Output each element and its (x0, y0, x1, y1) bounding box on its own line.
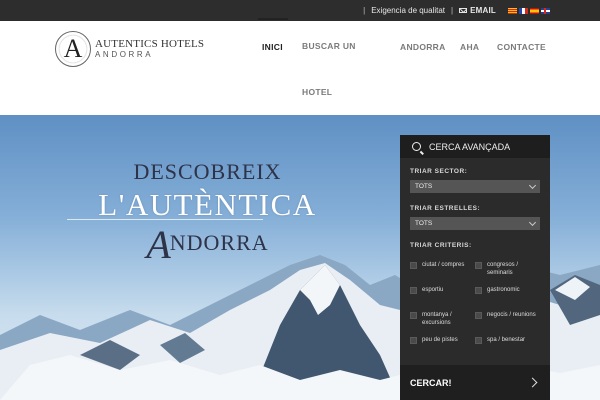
nav-item-andorra[interactable]: ANDORRA (400, 42, 446, 52)
nav-item-buscar-hotel[interactable]: BUSCAR UN HOTEL (302, 23, 362, 115)
stars-value: TOTS (415, 220, 433, 227)
criteria-text: spa / benestar (487, 337, 526, 343)
criteria-text: ciutat / compres (422, 262, 465, 268)
sector-select[interactable]: TOTS (410, 180, 540, 193)
criteria-text: negocis / reunions (487, 312, 536, 318)
criteria-text: esportiu (422, 287, 444, 293)
advanced-search-panel: CERCA AVANÇADA TRIAR SECTOR: TOTS TRIAR … (400, 135, 550, 400)
flag-french-icon[interactable] (519, 7, 528, 14)
nav-item-contacte[interactable]: CONTACTE (497, 42, 546, 52)
criteria-checkbox[interactable]: gastronomic (475, 286, 545, 294)
criteria-checkbox[interactable]: ciutat / compres (410, 261, 476, 269)
criteria-text: peu de pistes (422, 337, 458, 343)
checkbox[interactable] (475, 287, 482, 294)
flag-english-icon[interactable] (541, 7, 550, 14)
stars-select[interactable]: TOTS (410, 217, 540, 230)
criteria-checkbox[interactable]: peu de pistes (410, 336, 476, 344)
hero-title: DESCOBREIX L'AUTÈNTICA ANDORRA (45, 159, 370, 268)
criteria-checkbox[interactable]: negocis / reunions (475, 311, 545, 319)
sector-label: TRIAR SECTOR: (410, 168, 468, 175)
hero-divider (67, 219, 263, 220)
search-submit-button[interactable]: CERCAR! (400, 365, 550, 400)
separator: | (363, 6, 366, 15)
criteria-text: congresos / seminaris (487, 262, 519, 277)
hero-line-1: DESCOBREIX (133, 159, 282, 184)
quality-link[interactable]: Exigencia de qualitat (371, 6, 445, 15)
checkbox[interactable] (410, 262, 417, 269)
hero-line-3-initial: A (146, 222, 172, 267)
hero-line-2: L'AUTÈNTICA (98, 187, 317, 222)
chevron-right-icon (527, 377, 538, 388)
hero-line-3-rest: NDORRA (169, 230, 269, 255)
search-submit-label: CERCAR! (410, 377, 452, 388)
chevron-down-icon (528, 218, 537, 226)
main-nav: INICI BUSCAR UN HOTEL ANDORRA AHA CONTAC… (0, 18, 600, 115)
checkbox[interactable] (410, 312, 417, 319)
email-link[interactable]: EMAIL (459, 6, 496, 15)
criteria-checkbox[interactable]: montanya / excursions (410, 311, 476, 328)
sector-value: TOTS (415, 183, 433, 190)
criteria-checkbox[interactable]: congresos / seminaris (475, 261, 545, 278)
checkbox[interactable] (475, 262, 482, 269)
criteria-text: gastronomic (487, 287, 520, 293)
top-bar: | Exigencia de qualitat | EMAIL (0, 0, 600, 21)
hero-line-3: ANDORRA (45, 221, 370, 268)
criteria-checkbox[interactable]: esportiu (410, 286, 476, 294)
site-header: A AUTENTICS HOTELS ANDORRA INICI BUSCAR … (0, 18, 600, 115)
nav-item-aha[interactable]: AHA (460, 42, 479, 52)
search-icon (412, 142, 421, 151)
search-title: CERCA AVANÇADA (429, 141, 511, 152)
nav-item-inici[interactable]: INICI (258, 18, 288, 52)
checkbox[interactable] (475, 337, 482, 344)
chevron-down-icon (528, 181, 537, 189)
email-label: EMAIL (470, 6, 496, 15)
flag-spanish-icon[interactable] (530, 7, 539, 14)
checkbox[interactable] (410, 287, 417, 294)
criteria-checkbox[interactable]: spa / benestar (475, 336, 545, 344)
stars-label: TRIAR ESTRELLES: (410, 205, 481, 212)
mail-icon (459, 8, 468, 13)
search-header: CERCA AVANÇADA (400, 135, 550, 158)
flag-catalan-icon[interactable] (508, 7, 517, 14)
separator: | (451, 6, 454, 15)
checkbox[interactable] (410, 337, 417, 344)
criteria-label: TRIAR CRITERIS: (410, 242, 472, 249)
criteria-text: montanya / excursions (422, 312, 452, 327)
language-switcher (508, 7, 550, 14)
checkbox[interactable] (475, 312, 482, 319)
